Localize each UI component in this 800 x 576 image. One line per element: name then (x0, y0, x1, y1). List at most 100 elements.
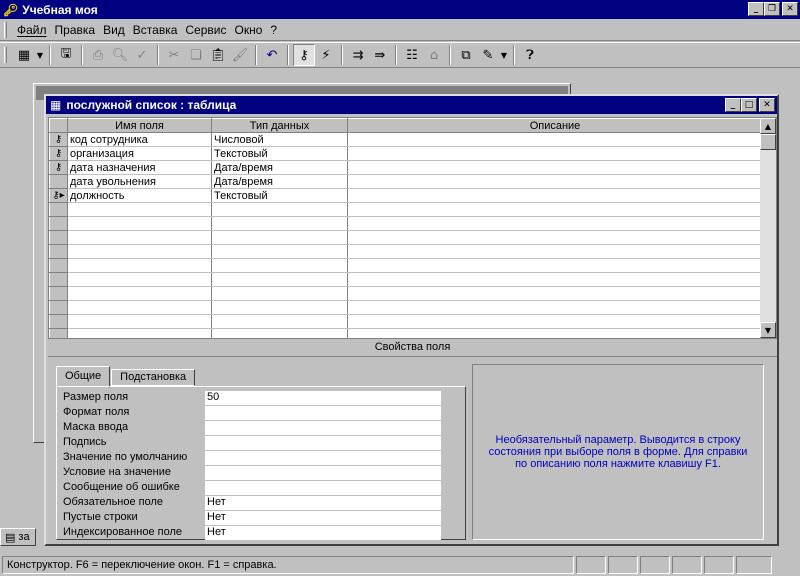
menu-file[interactable]: Файл (13, 23, 51, 37)
table-row[interactable] (49, 272, 763, 287)
scroll-thumb[interactable] (760, 134, 776, 150)
table-row[interactable] (49, 230, 763, 245)
primary-key-icon[interactable]: ⚷ (293, 44, 315, 66)
insert-row-icon[interactable]: ⇉ (347, 44, 369, 66)
data-type-cell[interactable] (211, 216, 348, 231)
description-cell[interactable] (347, 174, 763, 189)
data-type-cell[interactable] (211, 258, 348, 273)
field-name-cell[interactable] (67, 286, 212, 301)
format-painter-icon[interactable]: 🖌︎ (229, 44, 251, 66)
table-row[interactable] (49, 328, 763, 338)
tab-lookup[interactable]: Подстановка (111, 369, 196, 386)
data-type-cell[interactable]: Числовой (211, 132, 348, 147)
table-row[interactable] (49, 244, 763, 259)
description-cell[interactable] (347, 300, 763, 315)
table-row[interactable]: ⚷▸ должность Текстовый (49, 188, 763, 203)
property-value-input[interactable] (205, 451, 441, 465)
description-cell[interactable] (347, 202, 763, 217)
row-selector[interactable] (49, 258, 68, 273)
row-selector[interactable] (49, 328, 68, 338)
minimized-window[interactable]: ▤ за (0, 528, 36, 546)
field-name-cell[interactable] (67, 272, 212, 287)
data-type-cell[interactable]: Текстовый (211, 188, 348, 203)
table-row[interactable] (49, 300, 763, 315)
child-minimize-button[interactable]: _ (725, 98, 741, 112)
grid-vertical-scrollbar[interactable]: ▲ ▼ (760, 118, 776, 338)
description-cell[interactable] (347, 146, 763, 161)
table-design-titlebar[interactable]: ▦ послужной список : таблица _ □ ✕ (46, 96, 777, 114)
table-row[interactable] (49, 216, 763, 231)
child-close-button[interactable]: ✕ (759, 98, 775, 112)
data-type-cell[interactable]: Дата/время (211, 174, 348, 189)
data-type-cell[interactable] (211, 286, 348, 301)
database-window-icon[interactable]: ⧉ (455, 44, 477, 66)
toolbar-grip[interactable] (4, 47, 7, 63)
property-value-input[interactable]: 50 (205, 391, 441, 405)
primary-key-icon[interactable]: ⚷ (49, 146, 68, 161)
row-selector[interactable] (49, 244, 68, 259)
description-cell[interactable] (347, 160, 763, 175)
spell-icon[interactable]: ✓ (131, 44, 153, 66)
field-name-cell[interactable]: код сотрудника (67, 132, 212, 147)
cut-icon[interactable]: ✂ (163, 44, 185, 66)
table-row[interactable] (49, 286, 763, 301)
table-row[interactable] (49, 258, 763, 273)
data-type-cell[interactable] (211, 272, 348, 287)
tab-general[interactable]: Общие (56, 366, 111, 388)
field-name-cell[interactable] (67, 314, 212, 329)
undo-icon[interactable]: ↶ (261, 44, 283, 66)
field-name-cell[interactable] (67, 300, 212, 315)
property-value-input[interactable] (205, 481, 441, 495)
help-icon[interactable]: ❓︎ (519, 44, 541, 66)
property-value-input[interactable]: Нет (205, 496, 441, 510)
column-header-description[interactable]: Описание (347, 118, 763, 133)
data-type-cell[interactable] (211, 230, 348, 245)
table-row[interactable] (49, 314, 763, 329)
properties-icon[interactable]: ☷ (401, 44, 423, 66)
field-name-cell[interactable]: дата назначения (67, 160, 212, 175)
description-cell[interactable] (347, 132, 763, 147)
data-type-cell[interactable]: Текстовый (211, 146, 348, 161)
view-dropdown-icon[interactable]: ▼ (35, 44, 45, 66)
print-icon[interactable]: ⎙ (87, 44, 109, 66)
close-button[interactable]: ✕ (782, 2, 798, 16)
row-selector[interactable] (49, 300, 68, 315)
data-type-cell[interactable] (211, 328, 348, 338)
field-name-cell[interactable] (67, 216, 212, 231)
description-cell[interactable] (347, 188, 763, 203)
scroll-down-icon[interactable]: ▼ (760, 322, 776, 338)
menu-insert[interactable]: Вставка (129, 23, 182, 37)
description-cell[interactable] (347, 230, 763, 245)
data-type-cell[interactable] (211, 314, 348, 329)
restore-button[interactable]: ❐ (764, 2, 780, 16)
row-selector[interactable] (49, 230, 68, 245)
view-icon[interactable]: ▦ (13, 44, 35, 66)
new-object-icon[interactable]: ✎ (477, 44, 499, 66)
row-selector[interactable] (49, 174, 68, 189)
row-selector[interactable] (49, 202, 68, 217)
field-name-cell[interactable] (67, 244, 212, 259)
description-cell[interactable] (347, 216, 763, 231)
field-name-cell[interactable] (67, 202, 212, 217)
description-cell[interactable] (347, 314, 763, 329)
child-maximize-button[interactable]: □ (741, 98, 757, 112)
row-selector[interactable] (49, 314, 68, 329)
data-type-cell[interactable] (211, 244, 348, 259)
field-name-cell[interactable] (67, 258, 212, 273)
row-selector[interactable] (49, 272, 68, 287)
table-row[interactable]: ⚷ дата назначения Дата/время (49, 160, 763, 175)
table-row[interactable]: дата увольнения Дата/время (49, 174, 763, 189)
primary-key-icon[interactable]: ⚷ (49, 132, 68, 147)
save-icon[interactable]: 🖫︎ (55, 44, 77, 66)
description-cell[interactable] (347, 244, 763, 259)
data-type-cell[interactable] (211, 202, 348, 217)
description-cell[interactable] (347, 286, 763, 301)
property-value-input[interactable] (205, 436, 441, 450)
property-value-input[interactable] (205, 421, 441, 435)
description-cell[interactable] (347, 328, 763, 338)
app-titlebar[interactable]: 🔑︎ Учебная моя _ ❐ ✕ (0, 0, 800, 19)
minimize-button[interactable]: _ (748, 2, 764, 16)
indexes-icon[interactable]: ⚡ (315, 44, 337, 66)
menu-edit[interactable]: Правка (51, 23, 100, 37)
table-row[interactable]: ⚷ код сотрудника Числовой (49, 132, 763, 147)
